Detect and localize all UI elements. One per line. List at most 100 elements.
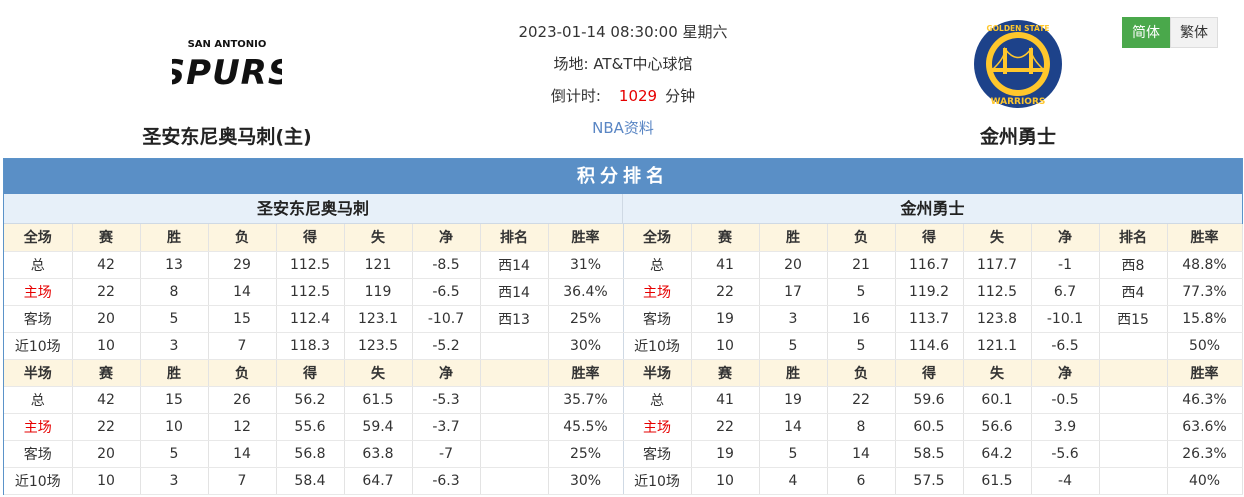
stat-cell: 119 — [344, 278, 413, 306]
stat-cell: 22 — [72, 413, 141, 441]
countdown-label: 倒计时: — [550, 87, 601, 105]
stat-cell: 20 — [72, 305, 141, 333]
row-label: 主场 — [4, 413, 73, 441]
stat-cell — [1099, 386, 1168, 414]
stat-cell: 31% — [548, 251, 624, 279]
stat-cell: 48.8% — [1167, 251, 1243, 279]
stat-cell: 4 — [759, 467, 828, 495]
stat-cell — [480, 440, 549, 468]
column-header: 赛 — [691, 224, 760, 252]
table-row: 近10场 10 3 7 58.4 64.7 -6.3 30% 近10场 10 4 6 57.5 61.5-… — [4, 467, 1243, 495]
stat-cell — [1099, 467, 1168, 495]
column-header: 失 — [344, 224, 413, 252]
stat-cell: 12 — [208, 413, 277, 441]
simplified-chinese-button[interactable]: 简体 — [1122, 17, 1170, 48]
stat-cell: 7 — [208, 332, 277, 360]
stat-cell: 59.6 — [895, 386, 964, 414]
stat-cell: 41 — [691, 386, 760, 414]
stat-cell: -6.5 — [1031, 332, 1100, 360]
home-team[interactable]: SAN ANTONIO SPURS 圣安东尼奥马刺(主) — [97, 18, 357, 149]
stat-cell: 113.7 — [895, 305, 964, 333]
table-row: 总 42 13 29 112.5 121 -8.5 西14 31% 总 41 20 21 116.7 117… — [4, 251, 1243, 279]
stat-cell: 114.6 — [895, 332, 964, 360]
stat-cell: 3 — [759, 305, 828, 333]
stat-cell: 26.3% — [1167, 440, 1243, 468]
stat-cell: 56.6 — [963, 413, 1032, 441]
stat-cell: 59.4 — [344, 413, 413, 441]
row-label: 主场 — [4, 278, 73, 306]
stat-cell: -6.3 — [412, 467, 481, 495]
stat-cell: 10 — [140, 413, 209, 441]
column-header: 负 — [827, 359, 896, 387]
stat-cell: 117.7 — [963, 251, 1032, 279]
stat-cell: 14 — [759, 413, 828, 441]
warriors-logo: GOLDEN STATE WARRIORS — [888, 18, 1148, 110]
stat-cell: 123.5 — [344, 332, 413, 360]
stat-cell: 30% — [548, 467, 624, 495]
svg-text:SAN ANTONIO: SAN ANTONIO — [188, 39, 267, 50]
stat-cell: 3 — [140, 467, 209, 495]
stat-cell: 56.2 — [276, 386, 345, 414]
stat-cell: 64.7 — [344, 467, 413, 495]
column-header: 全场 — [623, 224, 692, 252]
stat-cell — [480, 386, 549, 414]
stat-cell: 19 — [759, 386, 828, 414]
stat-cell: 63.8 — [344, 440, 413, 468]
stat-cell: 22 — [691, 413, 760, 441]
column-header: 失 — [344, 359, 413, 387]
stat-cell: 13 — [140, 251, 209, 279]
stat-cell: 123.1 — [344, 305, 413, 333]
away-team[interactable]: GOLDEN STATE WARRIORS 金州勇士 — [888, 18, 1148, 149]
column-header: 负 — [827, 224, 896, 252]
countdown-unit: 分钟 — [665, 87, 696, 105]
stat-cell: -4 — [1031, 467, 1100, 495]
stat-cell: 5 — [140, 440, 209, 468]
column-header: 负 — [208, 224, 277, 252]
stat-cell: -5.2 — [412, 332, 481, 360]
stat-cell: 112.5 — [276, 278, 345, 306]
stat-cell: 6 — [827, 467, 896, 495]
stat-cell: 3.9 — [1031, 413, 1100, 441]
stat-cell: 60.1 — [963, 386, 1032, 414]
stat-cell: 61.5 — [344, 386, 413, 414]
column-header: 赛 — [72, 359, 141, 387]
column-header: 净 — [1031, 224, 1100, 252]
match-header: SAN ANTONIO SPURS 圣安东尼奥马刺(主) 2023-01-14 … — [0, 0, 1244, 158]
column-header: 胜率 — [1167, 224, 1243, 252]
stat-cell: 10 — [691, 332, 760, 360]
stat-cell: 121.1 — [963, 332, 1032, 360]
countdown: 倒计时: 1029 分钟 — [460, 82, 786, 114]
stat-cell: 55.6 — [276, 413, 345, 441]
stat-cell: 7 — [208, 467, 277, 495]
stat-cell: 57.5 — [895, 467, 964, 495]
stat-cell — [480, 413, 549, 441]
column-header: 胜 — [140, 224, 209, 252]
column-header: 净 — [412, 224, 481, 252]
stat-cell — [1099, 413, 1168, 441]
home-team-name: 圣安东尼奥马刺(主) — [142, 126, 312, 148]
stat-cell: 46.3% — [1167, 386, 1243, 414]
stat-cell: 5 — [140, 305, 209, 333]
spurs-logo: SAN ANTONIO SPURS — [97, 18, 357, 110]
standings-section: 积分排名 圣安东尼奥马刺 金州勇士 全场赛胜负得失净排名 胜率 全场赛胜负得失净排名… — [3, 158, 1243, 495]
row-label: 客场 — [623, 440, 692, 468]
row-label: 客场 — [623, 305, 692, 333]
stat-cell: 西13 — [480, 305, 549, 333]
standings-title: 积分排名 — [4, 159, 1242, 194]
svg-text:SPURS: SPURS — [172, 53, 282, 93]
stat-cell: 58.5 — [895, 440, 964, 468]
stat-cell: 17 — [759, 278, 828, 306]
stat-cell: 60.5 — [895, 413, 964, 441]
column-header: 胜率 — [548, 224, 624, 252]
traditional-chinese-button[interactable]: 繁体 — [1170, 17, 1218, 48]
table-row: 主场 22 10 12 55.6 59.4 -3.7 45.5% 主场 22 14 8 60.5 56.6… — [4, 413, 1243, 441]
nba-info-link[interactable]: NBA资料 — [460, 114, 786, 142]
stat-cell — [1099, 332, 1168, 360]
stat-cell: 5 — [759, 440, 828, 468]
stat-cell: 22 — [72, 278, 141, 306]
stat-cell: 西14 — [480, 251, 549, 279]
stat-cell: 19 — [691, 305, 760, 333]
column-header: 得 — [276, 224, 345, 252]
row-label: 客场 — [4, 305, 73, 333]
column-header: 半场 — [623, 359, 692, 387]
